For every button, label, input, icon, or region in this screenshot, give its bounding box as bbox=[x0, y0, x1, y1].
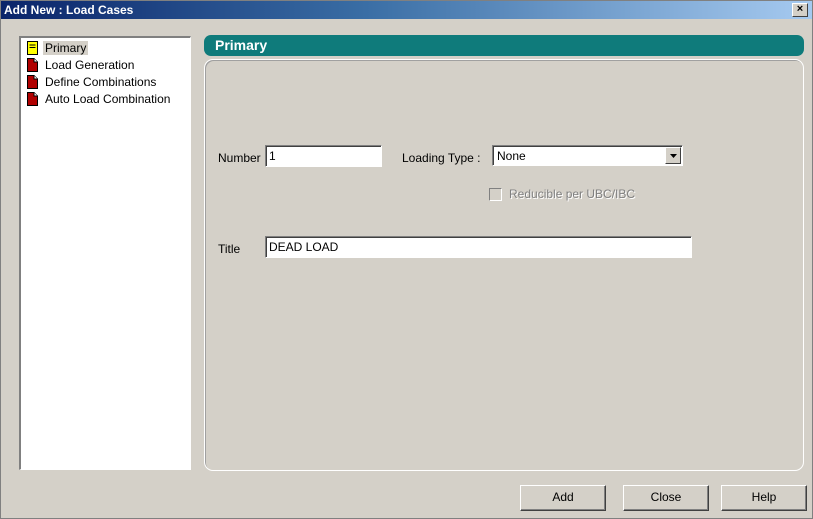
add-button[interactable]: Add bbox=[520, 485, 606, 511]
number-field[interactable]: 1 bbox=[265, 145, 382, 167]
title-bar[interactable]: Add New : Load Cases × bbox=[1, 1, 812, 19]
title-label: Title bbox=[218, 242, 241, 256]
panel-header: Primary bbox=[204, 35, 804, 56]
red-document-icon bbox=[27, 75, 38, 89]
reducible-label: Reducible per UBC/IBC bbox=[509, 187, 636, 201]
dropdown-button[interactable] bbox=[665, 147, 681, 164]
chevron-down-icon bbox=[670, 154, 677, 158]
number-label: Number bbox=[218, 151, 261, 165]
loading-type-value: None bbox=[497, 149, 526, 163]
tree-item-label: Auto Load Combination bbox=[45, 92, 171, 106]
close-window-button[interactable]: × bbox=[792, 3, 808, 17]
reducible-checkbox[interactable] bbox=[489, 188, 502, 201]
sticky-note-icon bbox=[27, 41, 38, 55]
tree-item-label: Primary bbox=[43, 41, 89, 55]
window-title: Add New : Load Cases bbox=[4, 3, 134, 17]
loading-type-select[interactable]: None bbox=[492, 145, 683, 166]
tree-item-label: Load Generation bbox=[45, 58, 135, 72]
tree-item-label: Define Combinations bbox=[45, 75, 157, 89]
add-load-cases-dialog: Add New : Load Cases × Primary Load Gene… bbox=[0, 0, 813, 519]
red-document-icon bbox=[27, 58, 38, 72]
loading-type-label: Loading Type : bbox=[402, 151, 481, 165]
panel-body bbox=[204, 59, 804, 471]
close-button[interactable]: Close bbox=[623, 485, 709, 511]
red-document-icon bbox=[27, 92, 38, 106]
title-field[interactable]: DEAD LOAD bbox=[265, 236, 692, 258]
close-icon: × bbox=[796, 3, 804, 15]
navigation-tree: Primary Load Generation Define Combinati… bbox=[19, 36, 191, 470]
help-button[interactable]: Help bbox=[721, 485, 807, 511]
